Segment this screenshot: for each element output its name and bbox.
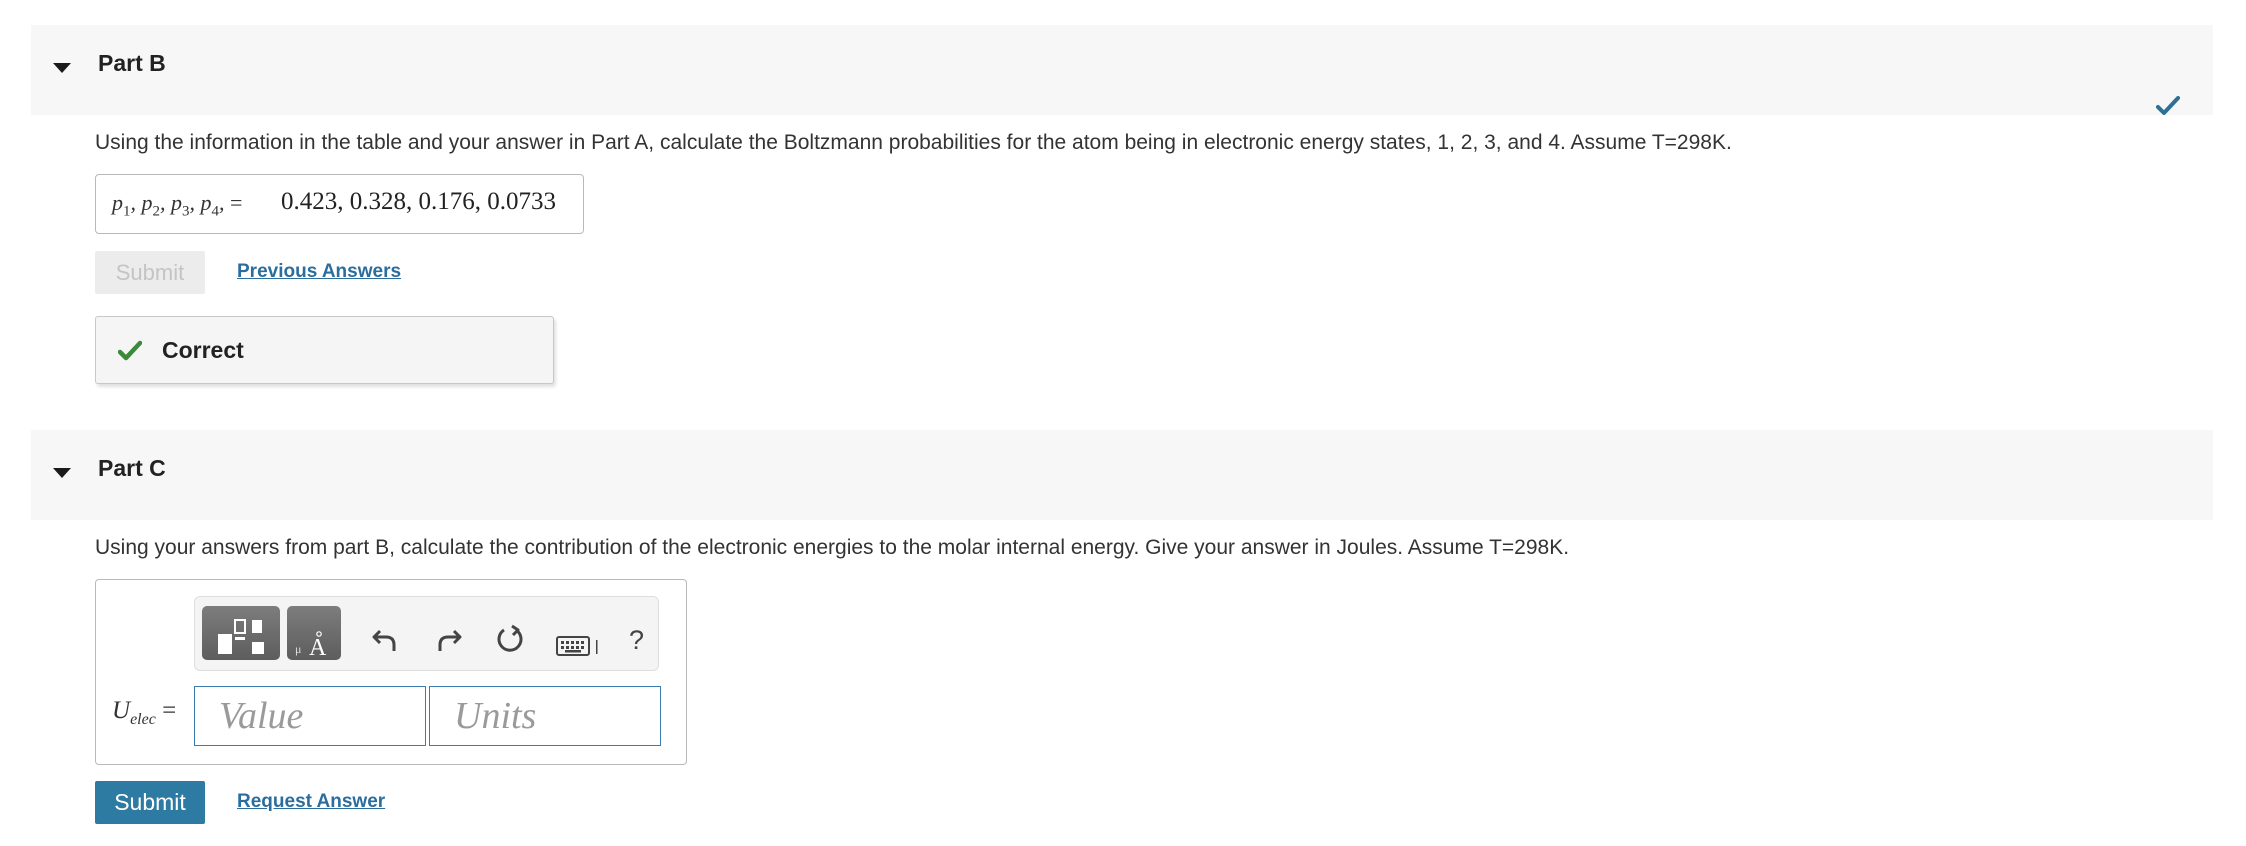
redo-icon[interactable] xyxy=(432,623,464,655)
caret-down-icon[interactable] xyxy=(53,468,71,478)
keyboard-icon[interactable] xyxy=(556,635,602,657)
part-b-submit-button[interactable]: Submit xyxy=(95,251,205,294)
part-c-submit-button[interactable]: Submit xyxy=(95,781,205,824)
part-b-title: Part B xyxy=(98,50,166,76)
correct-feedback: Correct xyxy=(95,316,554,384)
request-answer-link[interactable]: Request Answer xyxy=(237,791,385,813)
part-b-question: Using the information in the table and y… xyxy=(95,131,1732,154)
part-c-header[interactable]: Part C xyxy=(31,430,2213,520)
math-toolbar: μ A ? xyxy=(194,596,659,671)
svg-text:A: A xyxy=(309,635,327,660)
help-button[interactable]: ? xyxy=(629,625,644,656)
value-input[interactable] xyxy=(194,686,426,746)
templates-button[interactable] xyxy=(202,606,280,660)
caret-down-icon[interactable] xyxy=(53,63,71,73)
units-button[interactable]: μ A xyxy=(287,606,341,661)
reset-icon[interactable] xyxy=(494,623,526,655)
undo-icon[interactable] xyxy=(370,623,402,655)
checkmark-icon xyxy=(118,340,142,361)
svg-text:μ: μ xyxy=(295,642,301,656)
part-b-header[interactable]: Part B xyxy=(31,25,2213,115)
checkmark-icon xyxy=(2156,96,2180,115)
feedback-text: Correct xyxy=(162,337,244,363)
part-c-title: Part C xyxy=(98,455,166,481)
templates-icon xyxy=(218,619,264,654)
units-input[interactable] xyxy=(429,686,661,746)
answer-value: 0.423, 0.328, 0.176, 0.0733 xyxy=(281,188,556,215)
answer-lhs: p1, p2, p3, p4, = xyxy=(112,190,243,220)
math-answer-editor: μ A ? Uelec = xyxy=(95,579,687,765)
part-b-answer-display: p1, p2, p3, p4, = 0.423, 0.328, 0.176, 0… xyxy=(95,174,584,234)
previous-answers-link[interactable]: Previous Answers xyxy=(237,261,401,283)
units-icon: μ A xyxy=(295,631,327,661)
u-elec-label: Uelec = xyxy=(112,697,177,728)
part-c-question: Using your answers from part B, calculat… xyxy=(95,536,1570,559)
